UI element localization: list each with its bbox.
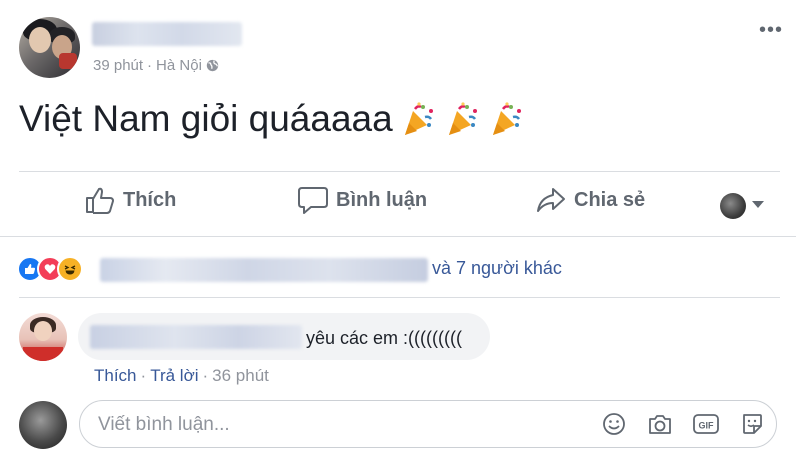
comment-dot: · <box>202 366 209 385</box>
party-popper-icon <box>448 102 477 135</box>
comment-dot: · <box>140 366 147 385</box>
author-name-blurred[interactable] <box>92 22 242 46</box>
party-popper-icon <box>404 102 433 135</box>
svg-text:GIF: GIF <box>699 421 715 431</box>
reaction-others-link[interactable]: và 7 người khác <box>432 258 562 279</box>
camera-icon[interactable] <box>646 410 674 438</box>
comment-text: yêu các em :((((((((( <box>306 328 462 348</box>
speech-bubble-icon <box>298 187 328 214</box>
meta-separator: · <box>147 57 153 74</box>
commenter-name-blurred[interactable] <box>90 325 302 349</box>
divider <box>19 171 780 172</box>
sticker-icon[interactable] <box>738 410 766 438</box>
chevron-down-icon[interactable] <box>752 201 764 208</box>
post-meta: 39 phút · Hà Nội <box>93 57 219 74</box>
reaction-names-blurred[interactable] <box>100 258 428 282</box>
thumbs-up-icon <box>86 187 114 214</box>
comment-like-link[interactable]: Thích <box>94 366 137 386</box>
share-as-avatar[interactable] <box>720 193 746 219</box>
current-user-avatar <box>19 401 67 449</box>
globe-icon[interactable] <box>206 59 219 72</box>
post-time[interactable]: 39 phút <box>93 57 143 74</box>
commenter-avatar[interactable] <box>19 313 67 361</box>
like-button[interactable]: Thích <box>85 186 176 214</box>
like-label: Thích <box>123 188 177 211</box>
share-button[interactable]: Chia sẻ <box>536 186 645 214</box>
divider <box>0 236 796 237</box>
more-options-icon[interactable]: ••• <box>759 20 783 40</box>
composer-tools: GIF <box>600 410 766 438</box>
gif-icon[interactable]: GIF <box>692 410 720 438</box>
comment-actions: Thích · Trả lời · 36 phút <box>94 366 269 386</box>
share-label: Chia sẻ <box>574 188 646 211</box>
share-arrow-icon <box>537 188 565 212</box>
author-avatar[interactable] <box>19 17 80 78</box>
comment-input-placeholder[interactable]: Viết bình luận... <box>98 414 230 436</box>
reaction-icons[interactable] <box>17 256 83 282</box>
comment-reply-link[interactable]: Trả lời <box>150 366 198 386</box>
emoji-icon[interactable] <box>600 410 628 438</box>
party-popper-icon <box>492 102 521 135</box>
comment-button[interactable]: Bình luận <box>298 186 427 214</box>
divider <box>19 297 780 298</box>
comment-time[interactable]: 36 phút <box>212 366 269 386</box>
post-text: Việt Nam giỏi quáaaaa <box>19 98 393 139</box>
post-body: Việt Nam giỏi quáaaaa <box>19 98 525 140</box>
comment-label: Bình luận <box>336 188 428 211</box>
haha-reaction-icon <box>57 256 83 282</box>
post-location[interactable]: Hà Nội <box>156 57 202 74</box>
